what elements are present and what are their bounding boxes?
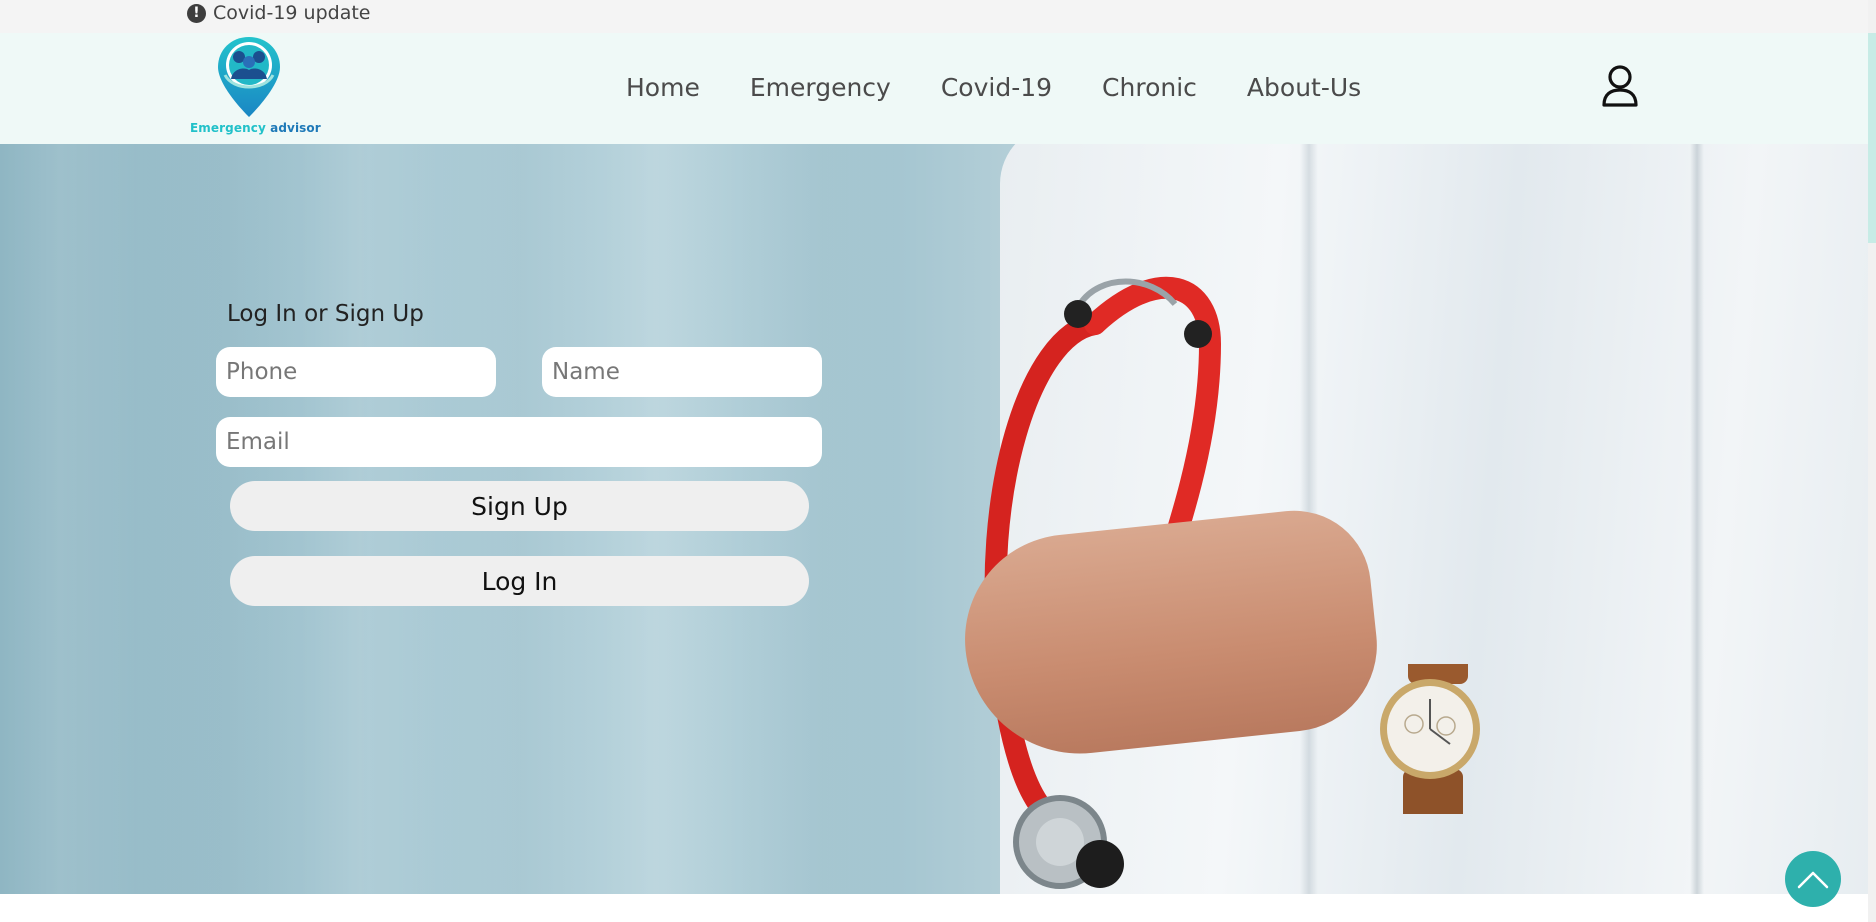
top-notice-bar: ! Covid-19 update [0, 0, 1868, 33]
chevron-up-icon [1797, 871, 1829, 889]
log-in-button[interactable]: Log In [230, 556, 809, 606]
nav-about-us[interactable]: About-Us [1247, 73, 1361, 103]
nav-chronic[interactable]: Chronic [1102, 73, 1197, 103]
form-title: Log In or Sign Up [227, 301, 424, 327]
phone-field[interactable] [216, 347, 496, 397]
location-pin-logo-icon [218, 37, 280, 117]
user-account-button[interactable] [1601, 64, 1639, 108]
email-field[interactable] [216, 417, 822, 467]
nav-emergency[interactable]: Emergency [750, 73, 891, 103]
nav-home[interactable]: Home [626, 73, 700, 103]
logo-word-advisor: advisor [270, 121, 321, 135]
exclamation-circle-icon: ! [187, 3, 206, 23]
covid-update-link[interactable]: ! Covid-19 update [187, 1, 371, 25]
logo-word-emergency: Emergency [190, 121, 266, 135]
page-scrollbar[interactable] [1868, 0, 1876, 922]
nav-covid-19[interactable]: Covid-19 [941, 73, 1052, 103]
hero-section: Log In or Sign Up Sign Up Log In [0, 144, 1868, 894]
site-logo[interactable]: Emergency advisor [188, 35, 321, 141]
user-icon [1602, 65, 1638, 107]
scroll-to-top-button[interactable] [1785, 851, 1841, 907]
name-field[interactable] [542, 347, 822, 397]
coat-fold-shadow-2 [1690, 144, 1704, 894]
logo-wordmark: Emergency advisor [190, 121, 321, 135]
site-header: Emergency advisor Home Emergency Covid-1… [0, 33, 1868, 144]
sign-up-button[interactable]: Sign Up [230, 481, 809, 531]
wristwatch-image [1380, 664, 1480, 814]
page-scrollbar-thumb[interactable] [1868, 33, 1876, 243]
main-nav: Home Emergency Covid-19 Chronic About-Us [626, 73, 1361, 103]
covid-update-label: Covid-19 update [213, 2, 371, 24]
